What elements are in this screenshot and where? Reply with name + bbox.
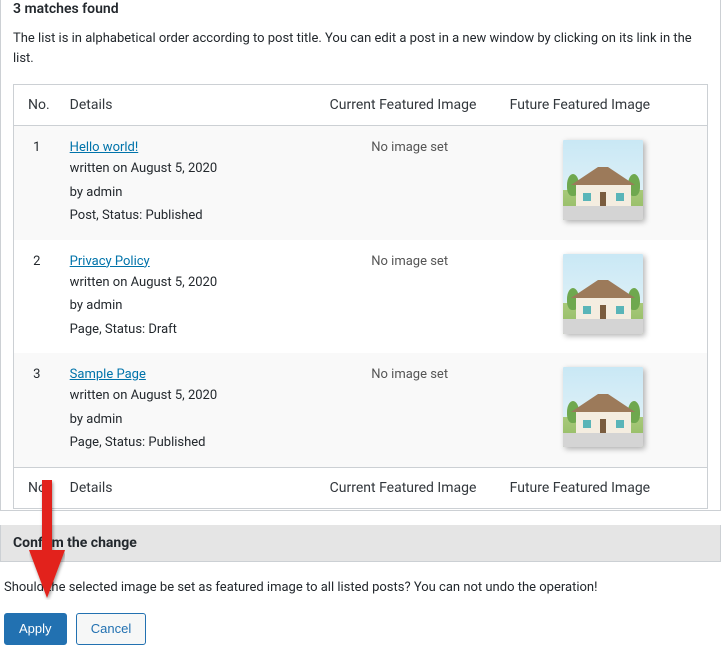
row-written: written on August 5, 2020 xyxy=(70,273,310,293)
row-number: 2 xyxy=(14,240,60,354)
col-header-future: Future Featured Image xyxy=(500,85,708,126)
table-footer-row: No. Details Current Featured Image Futur… xyxy=(14,467,708,508)
table-row: 1 Hello world! written on August 5, 2020… xyxy=(14,126,708,240)
row-current-image: No image set xyxy=(320,240,500,354)
row-details: Privacy Policy written on August 5, 2020… xyxy=(60,240,320,354)
cancel-button[interactable]: Cancel xyxy=(76,613,146,645)
matches-panel: 3 matches found The list is in alphabeti… xyxy=(0,0,721,511)
row-written: written on August 5, 2020 xyxy=(70,159,310,179)
matches-table: No. Details Current Featured Image Futur… xyxy=(13,84,708,509)
confirm-text: Should the selected image be set as feat… xyxy=(4,580,717,595)
col-footer-details: Details xyxy=(60,467,320,508)
table-row: 3 Sample Page written on August 5, 2020 … xyxy=(14,353,708,467)
col-header-details: Details xyxy=(60,85,320,126)
intro-text: The list is in alphabetical order accord… xyxy=(13,29,708,68)
col-footer-current: Current Featured Image xyxy=(320,467,500,508)
col-header-no: No. xyxy=(14,85,60,126)
row-by: by admin xyxy=(70,183,310,203)
row-by: by admin xyxy=(70,296,310,316)
row-current-image: No image set xyxy=(320,126,500,240)
row-meta: Page, Status: Draft xyxy=(70,320,310,340)
house-thumbnail-icon xyxy=(563,254,643,334)
row-meta: Post, Status: Published xyxy=(70,206,310,226)
apply-button[interactable]: Apply xyxy=(4,613,67,645)
confirm-heading: Confirm the change xyxy=(13,535,708,551)
confirm-body: Should the selected image be set as feat… xyxy=(0,562,721,665)
post-link[interactable]: Privacy Policy xyxy=(70,254,150,269)
row-details: Hello world! written on August 5, 2020 b… xyxy=(60,126,320,240)
post-link[interactable]: Hello world! xyxy=(70,140,139,155)
confirm-header: Confirm the change xyxy=(0,525,721,562)
house-thumbnail-icon xyxy=(563,367,643,447)
col-footer-no: No. xyxy=(14,467,60,508)
table-header-row: No. Details Current Featured Image Futur… xyxy=(14,85,708,126)
row-written: written on August 5, 2020 xyxy=(70,386,310,406)
post-link[interactable]: Sample Page xyxy=(70,367,146,382)
row-meta: Page, Status: Published xyxy=(70,433,310,453)
col-footer-future: Future Featured Image xyxy=(500,467,708,508)
house-thumbnail-icon xyxy=(563,140,643,220)
row-by: by admin xyxy=(70,410,310,430)
matches-heading: 3 matches found xyxy=(13,0,708,17)
col-header-current: Current Featured Image xyxy=(320,85,500,126)
row-future-image xyxy=(500,240,708,354)
row-details: Sample Page written on August 5, 2020 by… xyxy=(60,353,320,467)
row-number: 3 xyxy=(14,353,60,467)
row-number: 1 xyxy=(14,126,60,240)
row-future-image xyxy=(500,353,708,467)
table-row: 2 Privacy Policy written on August 5, 20… xyxy=(14,240,708,354)
row-future-image xyxy=(500,126,708,240)
row-current-image: No image set xyxy=(320,353,500,467)
